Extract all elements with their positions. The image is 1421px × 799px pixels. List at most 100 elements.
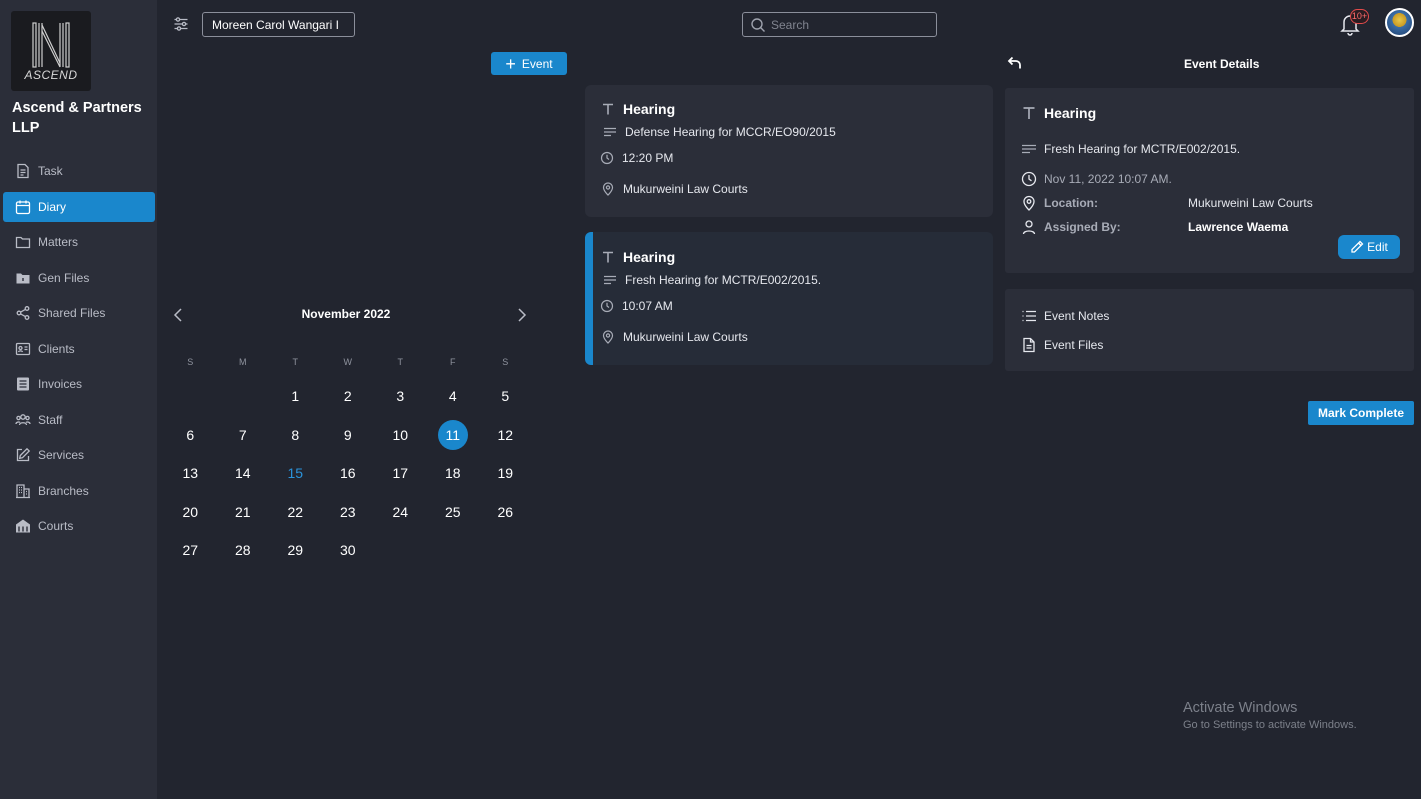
sidebar-item-task[interactable]: Task [3, 156, 155, 186]
user-icon [1021, 219, 1037, 235]
location-pin-icon [601, 330, 615, 344]
calendar-day[interactable]: 16 [322, 454, 375, 493]
calendar-day[interactable]: 15 [269, 454, 322, 493]
calendar-day[interactable]: 26 [479, 493, 532, 532]
weekday-label: W [343, 357, 353, 367]
calendar-icon [15, 199, 31, 215]
sidebar-item-label: Shared Files [38, 306, 106, 320]
text-type-icon [601, 102, 615, 116]
sidebar-item-label: Courts [38, 519, 74, 533]
calendar-day-selected[interactable]: 11 [427, 416, 480, 455]
calendar-day[interactable]: 30 [322, 531, 375, 570]
firm-logo[interactable]: ASCEND [11, 11, 91, 91]
event-title: Hearing [623, 101, 676, 117]
calendar-day[interactable]: 13 [164, 454, 217, 493]
search-icon [751, 18, 765, 32]
sidebar-item-label: Services [38, 448, 85, 462]
building-icon [15, 483, 31, 499]
calendar-blank [164, 377, 217, 416]
calendar-day[interactable]: 5 [479, 377, 532, 416]
avatar[interactable] [1385, 8, 1414, 37]
filter-sliders-icon[interactable] [173, 16, 189, 32]
weekday-label: T [292, 357, 299, 367]
sidebar-item-branches[interactable]: Branches [3, 476, 155, 506]
event-files-link[interactable]: Event Files [1021, 337, 1103, 353]
event-details-heading: Event Details [1184, 57, 1260, 71]
calendar-day[interactable]: 4 [427, 377, 480, 416]
calendar-day-number: 30 [339, 542, 356, 559]
description-icon [603, 125, 617, 139]
event-card[interactable]: Hearing Defense Hearing for MCCR/EO90/20… [585, 85, 993, 217]
calendar-day-number: 28 [234, 542, 251, 559]
calendar-day[interactable]: 21 [217, 493, 270, 532]
calendar-day-number: 29 [287, 542, 304, 559]
weekday-label: M [239, 357, 247, 367]
calendar-day[interactable]: 23 [322, 493, 375, 532]
calendar-day-number: 20 [182, 503, 199, 520]
calendar-day[interactable]: 29 [269, 531, 322, 570]
back-arrow-icon[interactable] [1007, 55, 1023, 71]
calendar-day[interactable]: 27 [164, 531, 217, 570]
edit-button[interactable]: Edit [1338, 235, 1400, 259]
calendar-day-number: 25 [444, 503, 461, 520]
event-details-card: Hearing Fresh Hearing for MCTR/E002/2015… [1005, 88, 1414, 273]
calendar-day[interactable]: 1 [269, 377, 322, 416]
search-box[interactable] [742, 12, 937, 37]
calendar-day-number: 27 [182, 542, 199, 559]
add-event-button[interactable]: + Event [491, 52, 567, 75]
calendar-month-title: November 2022 [301, 307, 391, 321]
sidebar-item-matters[interactable]: Matters [3, 227, 155, 257]
event-location: Mukurweini Law Courts [623, 182, 748, 196]
calendar-day[interactable]: 18 [427, 454, 480, 493]
calendar-day[interactable]: 14 [217, 454, 270, 493]
event-card-selected[interactable]: Hearing Fresh Hearing for MCTR/E002/2015… [585, 232, 993, 365]
calendar-day[interactable]: 12 [479, 416, 532, 455]
calendar-day[interactable]: 2 [322, 377, 375, 416]
calendar-day[interactable]: 6 [164, 416, 217, 455]
event-files-label: Event Files [1044, 338, 1104, 352]
notification-badge: 10+ [1350, 9, 1369, 24]
folder-icon [15, 234, 31, 250]
calendar-day-number: 7 [238, 426, 247, 443]
sidebar-item-services[interactable]: Services [3, 440, 155, 470]
sidebar-item-gen-files[interactable]: Gen Files [3, 263, 155, 293]
calendar-day-number: 18 [444, 465, 461, 482]
sidebar-item-clients[interactable]: Clients [3, 334, 155, 364]
sidebar-item-courts[interactable]: Courts [3, 511, 155, 541]
mark-complete-button[interactable]: Mark Complete [1308, 401, 1414, 425]
calendar-grid: 1 2 3 4 5 6 7 8 9 10 11 12 13 14 15 16 17 18 19 20 21 22 23 24 2… [164, 377, 532, 570]
text-type-icon [1021, 105, 1037, 121]
calendar-day-number: 13 [182, 465, 199, 482]
location-pin-icon [1021, 195, 1037, 211]
search-input[interactable] [771, 17, 931, 33]
sidebar-item-staff[interactable]: Staff [3, 405, 155, 435]
calendar-day-number: 22 [287, 503, 304, 520]
calendar-day-number: 17 [392, 465, 409, 482]
edit-square-icon [15, 447, 31, 463]
sidebar-item-shared-files[interactable]: Shared Files [3, 298, 155, 328]
user-selector[interactable]: Moreen Carol Wangari I [202, 12, 355, 37]
calendar-day[interactable]: 25 [427, 493, 480, 532]
calendar-day[interactable]: 3 [374, 377, 427, 416]
calendar-day[interactable]: 10 [374, 416, 427, 455]
event-time: 10:07 AM [622, 299, 673, 313]
calendar-day[interactable]: 7 [217, 416, 270, 455]
sidebar-item-diary[interactable]: Diary [3, 191, 155, 222]
calendar-day[interactable]: 24 [374, 493, 427, 532]
chevron-right-icon[interactable] [512, 305, 532, 325]
calendar-day[interactable]: 28 [217, 531, 270, 570]
calendar-day-number: 21 [234, 503, 251, 520]
calendar-day[interactable]: 22 [269, 493, 322, 532]
sidebar-item-invoices[interactable]: Invoices [3, 369, 155, 399]
court-icon [15, 518, 31, 534]
calendar-day[interactable]: 8 [269, 416, 322, 455]
calendar-day[interactable]: 20 [164, 493, 217, 532]
calendar-day-number: 11 [445, 426, 461, 443]
event-description: Defense Hearing for MCCR/EO90/2015 [625, 125, 836, 139]
event-notes-link[interactable]: Event Notes [1021, 308, 1109, 324]
calendar-day[interactable]: 19 [479, 454, 532, 493]
sidebar-item-label: Staff [38, 412, 63, 427]
calendar-day[interactable]: 9 [322, 416, 375, 455]
calendar-day[interactable]: 17 [374, 454, 427, 493]
task-icon [15, 163, 31, 179]
